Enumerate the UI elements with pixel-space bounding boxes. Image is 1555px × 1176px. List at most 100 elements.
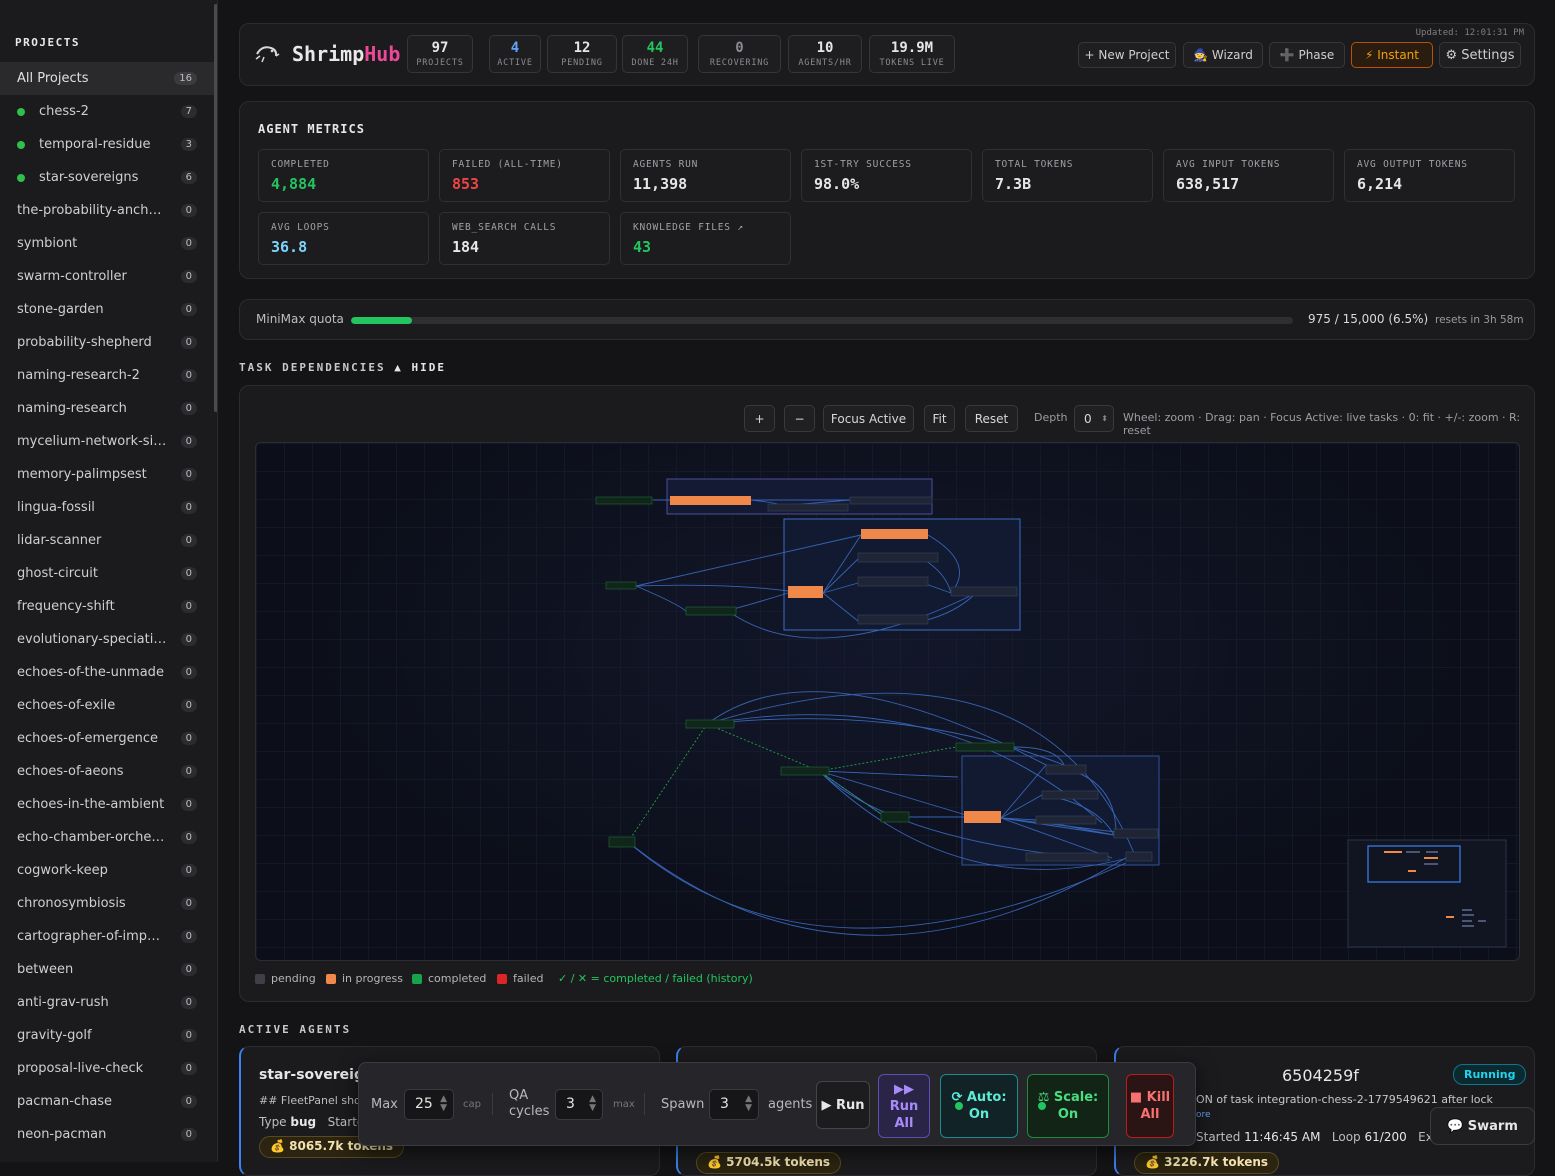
settings-button[interactable]: ⚙ Settings: [1439, 42, 1521, 68]
run-button[interactable]: ▶ Run: [816, 1081, 870, 1129]
top-bar: ShrimpHub 97 PROJECTS 4 ACTIVE 12 PENDING 44 DO…: [239, 23, 1535, 86]
sidebar-project-item[interactable]: naming-research-2 0: [0, 359, 217, 392]
header-stat: 19.9M TOKENS LIVE: [869, 35, 955, 73]
sidebar-project-item[interactable]: cogwork-keep 0: [0, 854, 217, 887]
metric-card: 1ST-TRY SUCCESS 98.0%: [801, 149, 972, 202]
reset-button[interactable]: Reset: [965, 405, 1018, 432]
legend-pending: pending: [255, 972, 316, 985]
sidebar-scrollbar[interactable]: [214, 4, 217, 412]
project-count-badge: 0: [180, 1062, 197, 1075]
sidebar-project-item[interactable]: between 0: [0, 953, 217, 986]
sidebar-project-item[interactable]: lingua-fossil 0: [0, 491, 217, 524]
quota-progress-fill: [351, 317, 413, 324]
project-name: swarm-controller: [17, 269, 127, 284]
sidebar-project-item[interactable]: symbiont 0: [0, 227, 217, 260]
stat-value: 4: [510, 40, 520, 56]
metric-card: AVG LOOPS 36.8: [258, 212, 429, 265]
sidebar-project-item[interactable]: chronosymbiosis 0: [0, 887, 217, 920]
sidebar-project-item[interactable]: anti-grav-rush 0: [0, 986, 217, 1019]
sidebar-project-item[interactable]: mycelium-network-sim... 0: [0, 425, 217, 458]
shrimp-logo-icon: [254, 42, 280, 64]
kill-all-button[interactable]: ■ Kill All: [1126, 1074, 1174, 1138]
sidebar-project-item[interactable]: proposal-live-check 0: [0, 1052, 217, 1085]
cap-label: cap: [463, 1099, 481, 1110]
metric-label: 1ST-TRY SUCCESS: [814, 159, 912, 170]
sidebar-project-item[interactable]: swarm-controller 0: [0, 260, 217, 293]
metric-card[interactable]: KNOWLEDGE FILES ↗ 43: [620, 212, 791, 265]
updated-timestamp: Updated: 12:01:31 PM: [1415, 28, 1524, 38]
metric-value: 43: [633, 238, 652, 256]
sidebar-project-item[interactable]: probability-shepherd 0: [0, 326, 217, 359]
sidebar-project-item[interactable]: gravity-golf 0: [0, 1019, 217, 1052]
sidebar-project-item[interactable]: echoes-of-aeons 0: [0, 755, 217, 788]
active-status-dot: [17, 140, 25, 149]
metrics-title: AGENT METRICS: [258, 122, 365, 136]
run-all-button[interactable]: ▶▶ Run All: [878, 1074, 930, 1138]
dependency-graph-canvas[interactable]: [255, 442, 1520, 961]
project-name: stone-garden: [17, 302, 104, 317]
sidebar-project-item[interactable]: echo-chamber-orchestra 0: [0, 821, 217, 854]
sidebar-project-item[interactable]: neon-pacman 0: [0, 1118, 217, 1151]
sidebar-project-item[interactable]: lidar-scanner 0: [0, 524, 217, 557]
sidebar-project-item[interactable]: naming-research 0: [0, 392, 217, 425]
project-name: gravity-golf: [17, 1028, 92, 1043]
swarm-chat-button[interactable]: 💬 Swarm: [1430, 1107, 1535, 1145]
wizard-button[interactable]: 🧙 Wizard: [1183, 42, 1263, 68]
sidebar-project-item[interactable]: memory-palimpsest 0: [0, 458, 217, 491]
project-sidebar: PROJECTS All Projects 16 chess-2 7 temporal-…: [0, 0, 218, 1162]
metric-value: 98.0%: [814, 175, 860, 193]
sidebar-project-item[interactable]: echoes-in-the-ambient 0: [0, 788, 217, 821]
auto-toggle[interactable]: ⟳ Auto: On: [940, 1074, 1018, 1138]
instant-button[interactable]: ⚡ Instant: [1351, 42, 1433, 68]
metric-card: FAILED (ALL-TIME) 853: [439, 149, 610, 202]
fit-button[interactable]: Fit: [924, 405, 955, 432]
auto-status-dot: [955, 1102, 963, 1110]
metric-value: 7.3B: [995, 175, 1032, 193]
sidebar-project-item[interactable]: pacman-chase 0: [0, 1085, 217, 1118]
metric-card: TOTAL TOKENS 7.3B: [982, 149, 1153, 202]
project-name: the-probability-anchors: [17, 203, 167, 218]
metric-card: AVG OUTPUT TOKENS 6,214: [1344, 149, 1515, 202]
qa-cycles-input[interactable]: 3 ▲ ▼: [555, 1089, 603, 1120]
depth-input[interactable]: 0 ⬍: [1074, 405, 1114, 432]
zoom-in-button[interactable]: +: [744, 405, 775, 432]
focus-active-button[interactable]: Focus Active: [823, 405, 914, 432]
project-name: lidar-scanner: [17, 533, 102, 548]
agent-description: ON of task integration-chess-2-177954962…: [1196, 1093, 1493, 1106]
sidebar-project-item[interactable]: echoes-of-emergence 0: [0, 722, 217, 755]
sidebar-project-item[interactable]: echoes-of-the-unmade 0: [0, 656, 217, 689]
more-link[interactable]: ore: [1196, 1110, 1211, 1120]
app-logo[interactable]: ShrimpHub: [292, 42, 400, 66]
metric-value: 184: [452, 238, 480, 256]
sidebar-project-item[interactable]: frequency-shift 0: [0, 590, 217, 623]
project-count-badge: 0: [180, 369, 197, 382]
phase-button[interactable]: ➕ Phase: [1269, 42, 1345, 68]
max-agents-input[interactable]: 25 ▲ ▼: [404, 1089, 454, 1120]
qa-max-label: max: [613, 1099, 635, 1110]
agent-metrics-panel: AGENT METRICS COMPLETED 4,884 FAILED (ALL-…: [239, 101, 1535, 279]
sidebar-project-item[interactable]: temporal-residue 3: [0, 128, 217, 161]
project-count-badge: 0: [180, 237, 197, 250]
sidebar-project-item[interactable]: the-probability-anchors 0: [0, 194, 217, 227]
project-count-badge: 0: [180, 204, 197, 217]
project-name: All Projects: [17, 71, 89, 86]
swarm-control-bar: Max 25 ▲ ▼ cap QA cycles 3 ▲ ▼ max Spawn 3 ▲ ▼…: [358, 1062, 1196, 1146]
zoom-out-button[interactable]: −: [784, 405, 815, 432]
hide-deps-toggle[interactable]: ▲ HIDE: [394, 361, 446, 374]
sidebar-project-item[interactable]: ghost-circuit 0: [0, 557, 217, 590]
sidebar-project-item[interactable]: evolutionary-speciation... 0: [0, 623, 217, 656]
spawn-count-input[interactable]: 3 ▲ ▼: [709, 1089, 759, 1120]
sidebar-project-item[interactable]: stone-garden 0: [0, 293, 217, 326]
stat-value: 0: [735, 40, 744, 56]
sidebar-project-item[interactable]: echoes-of-exile 0: [0, 689, 217, 722]
new-project-button[interactable]: + New Project: [1078, 42, 1176, 68]
legend-failed: failed: [497, 972, 543, 985]
metric-label: AVG INPUT TOKENS: [1176, 159, 1281, 170]
sidebar-project-item[interactable]: chess-2 7: [0, 95, 217, 128]
sidebar-project-item[interactable]: All Projects 16: [0, 62, 217, 95]
project-name: cogwork-keep: [17, 863, 108, 878]
sidebar-project-item[interactable]: cartographer-of-imposs... 0: [0, 920, 217, 953]
active-agents-title: ACTIVE AGENTS: [239, 1023, 352, 1036]
sidebar-project-item[interactable]: star-sovereigns 6: [0, 161, 217, 194]
metric-label: AVG LOOPS: [271, 222, 330, 233]
